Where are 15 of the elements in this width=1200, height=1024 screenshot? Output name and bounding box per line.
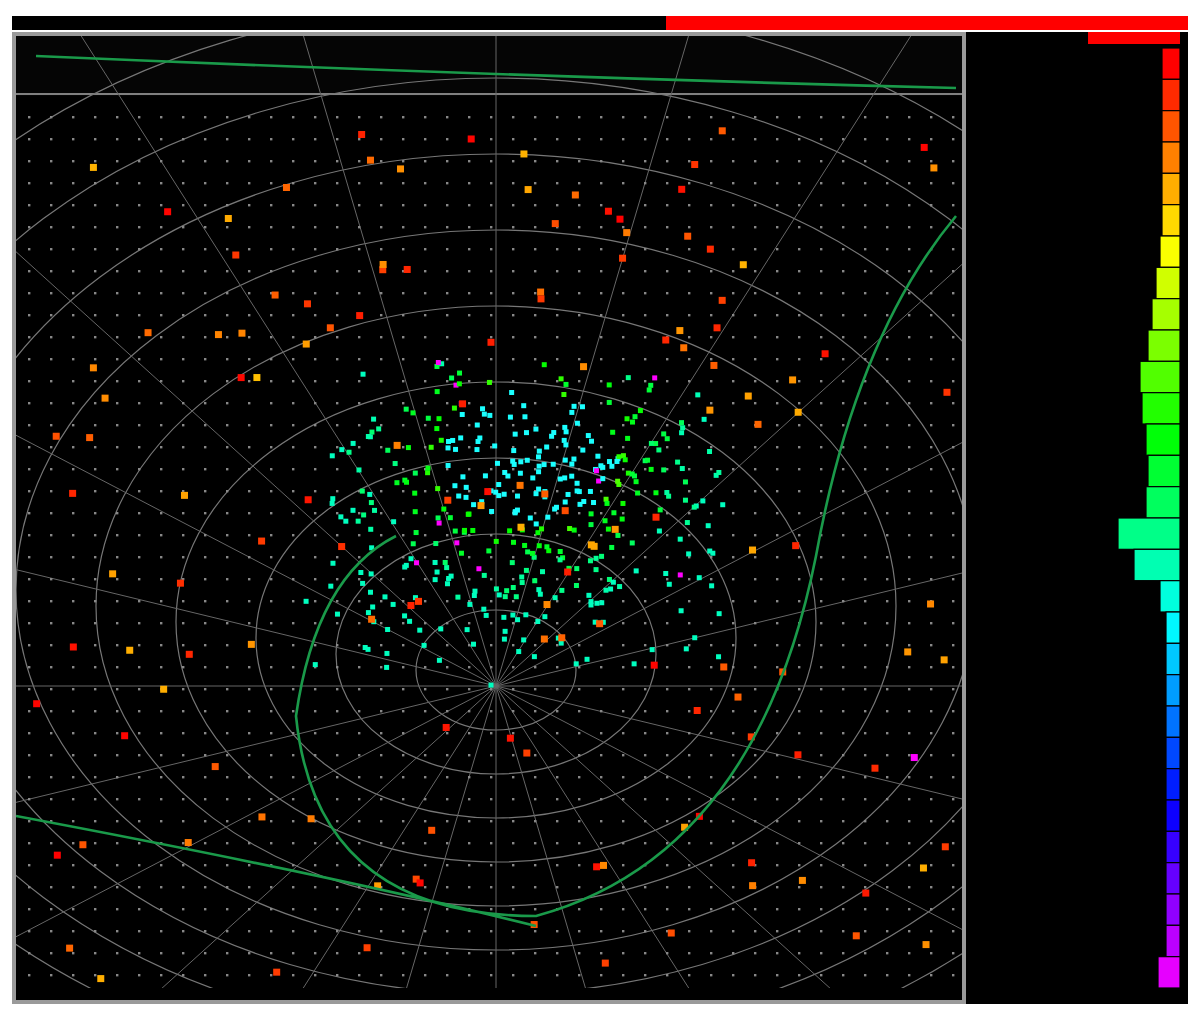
histogram-bar (1161, 110, 1180, 143)
histogram-bar (1155, 266, 1180, 300)
histogram-bar (1161, 78, 1180, 112)
histogram-bar (1141, 392, 1180, 425)
histogram-bar (1147, 454, 1180, 488)
histogram-bar (1161, 48, 1180, 80)
histogram-bar (1139, 360, 1180, 394)
histogram-bar (1159, 235, 1180, 268)
histogram-bar (1145, 423, 1180, 456)
histogram-bar (1161, 204, 1180, 237)
histogram-bar (1161, 172, 1180, 206)
histogram-bar (1147, 329, 1180, 362)
histogram-bar (1161, 141, 1180, 174)
histogram-bar (1151, 298, 1180, 331)
histogram-top-bar (1088, 32, 1180, 44)
